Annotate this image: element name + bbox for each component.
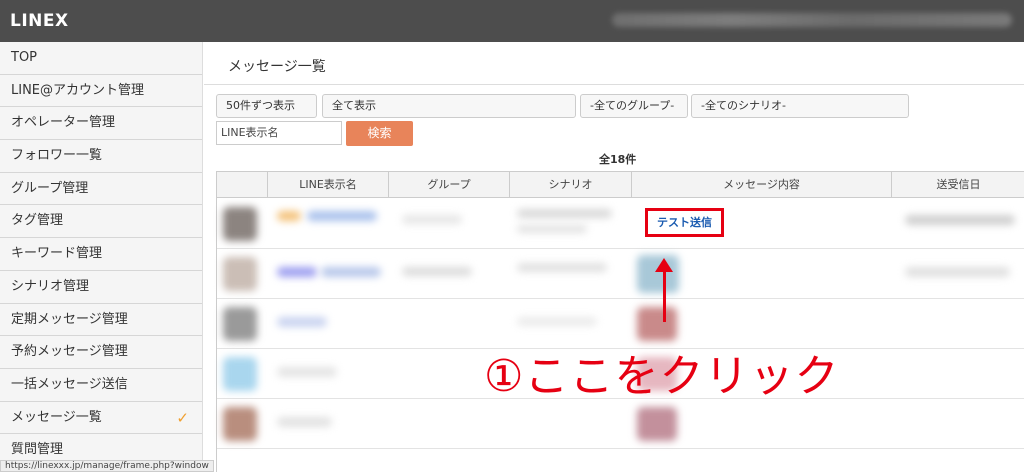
sidebar-item-label: シナリオ管理 — [11, 278, 90, 294]
column-header-date: 送受信日 — [936, 178, 981, 191]
sidebar-item-label: グループ管理 — [11, 180, 89, 196]
blurred-name — [277, 417, 332, 427]
total-count: 全18件 — [599, 153, 637, 166]
table-header: LINE表示名 グループ シナリオ メッセージ内容 送受信日 — [217, 172, 1024, 198]
sidebar-item-label: 質問管理 — [11, 442, 64, 458]
annotation-text: ①ここをクリック — [484, 351, 840, 402]
blurred-name — [277, 367, 337, 377]
blurred-badge — [277, 267, 317, 277]
arrow-shaft — [663, 268, 666, 322]
sidebar-item-label: タグ管理 — [11, 213, 64, 229]
show-all-button[interactable]: 全て表示 — [322, 94, 576, 118]
table-row[interactable] — [217, 249, 1024, 299]
sidebar-item-line-account[interactable]: LINE@アカウント管理 — [0, 75, 202, 108]
blurred-scenario — [517, 225, 587, 233]
column-header-avatar — [217, 172, 268, 198]
top-bar: LINEX — [0, 0, 1024, 42]
divider — [204, 84, 1024, 85]
avatar — [223, 207, 257, 241]
page-title: メッセージ一覧 — [228, 59, 326, 75]
blurred-scenario — [517, 317, 597, 326]
sidebar-item-label: LINE@アカウント管理 — [11, 82, 145, 98]
sidebar-item-tags[interactable]: タグ管理 — [0, 205, 202, 239]
table-row[interactable] — [217, 399, 1024, 449]
avatar — [223, 307, 257, 341]
group-select[interactable]: -全てのグループ- — [580, 94, 688, 118]
check-icon: ✓ — [176, 408, 189, 427]
sidebar-item-label: 定期メッセージ管理 — [11, 311, 128, 327]
blurred-image — [637, 407, 677, 441]
sidebar-item-label: オペレーター管理 — [11, 115, 116, 131]
main-content: メッセージ一覧 50件ずつ表示 全て表示 -全てのグループ- -全てのシナリオ-… — [204, 42, 1024, 472]
sidebar-item-label: 一括メッセージ送信 — [11, 376, 128, 392]
sidebar-item-label: TOP — [11, 50, 38, 65]
per-page-button[interactable]: 50件ずつ表示 — [216, 94, 317, 118]
table-row[interactable]: テスト送信 — [217, 199, 1024, 249]
sidebar-item-message-list[interactable]: メッセージ一覧 ✓ — [0, 402, 202, 435]
column-header-line-name: LINE表示名 — [268, 172, 389, 198]
avatar — [223, 257, 257, 291]
column-header-scenario: シナリオ — [510, 172, 632, 198]
avatar — [223, 407, 257, 441]
avatar — [223, 357, 257, 391]
column-header-message: メッセージ内容 — [632, 172, 892, 198]
message-table: LINE表示名 グループ シナリオ メッセージ内容 送受信日 テスト送信 — [216, 171, 1024, 472]
sidebar-item-top[interactable]: TOP — [0, 42, 202, 75]
sidebar-item-groups[interactable]: グループ管理 — [0, 173, 202, 206]
sidebar-item-keywords[interactable]: キーワード管理 — [0, 238, 202, 271]
sidebar-item-scheduled-messages[interactable]: 予約メッセージ管理 — [0, 336, 202, 369]
blurred-name — [321, 267, 381, 277]
blurred-date — [905, 215, 1015, 225]
sidebar-item-label: メッセージ一覧 — [11, 409, 102, 425]
sidebar-item-scenarios[interactable]: シナリオ管理 — [0, 271, 202, 304]
line-name-input[interactable]: LINE表示名 — [216, 121, 342, 145]
search-button[interactable]: 検索 — [346, 121, 413, 146]
blurred-date — [905, 267, 1010, 277]
sidebar-item-label: キーワード管理 — [11, 246, 103, 262]
status-url: https://linexxx.jp/manage/frame.php?wind… — [0, 460, 214, 472]
app-logo: LINEX — [10, 11, 69, 31]
blurred-scenario — [517, 263, 607, 272]
column-header-group: グループ — [389, 172, 510, 198]
blurred-account-info — [612, 13, 1012, 27]
blurred-name — [277, 317, 327, 327]
blurred-name — [307, 211, 377, 221]
sidebar-item-periodic-messages[interactable]: 定期メッセージ管理 — [0, 304, 202, 337]
blurred-group — [402, 267, 472, 276]
blurred-badge — [277, 211, 301, 221]
blurred-group — [402, 215, 462, 224]
message-content-link[interactable]: テスト送信 — [645, 208, 724, 237]
sidebar-item-bulk-send[interactable]: 一括メッセージ送信 — [0, 369, 202, 402]
blurred-scenario — [517, 209, 612, 218]
scenario-select[interactable]: -全てのシナリオ- — [691, 94, 909, 118]
sidebar-item-followers[interactable]: フォロワー一覧 — [0, 140, 202, 173]
sidebar: TOP LINE@アカウント管理 オペレーター管理 フォロワー一覧 グループ管理… — [0, 42, 203, 472]
sidebar-item-label: 予約メッセージ管理 — [11, 344, 128, 360]
sidebar-item-label: フォロワー一覧 — [11, 148, 103, 164]
blurred-image — [637, 307, 677, 341]
sidebar-item-operators[interactable]: オペレーター管理 — [0, 107, 202, 141]
